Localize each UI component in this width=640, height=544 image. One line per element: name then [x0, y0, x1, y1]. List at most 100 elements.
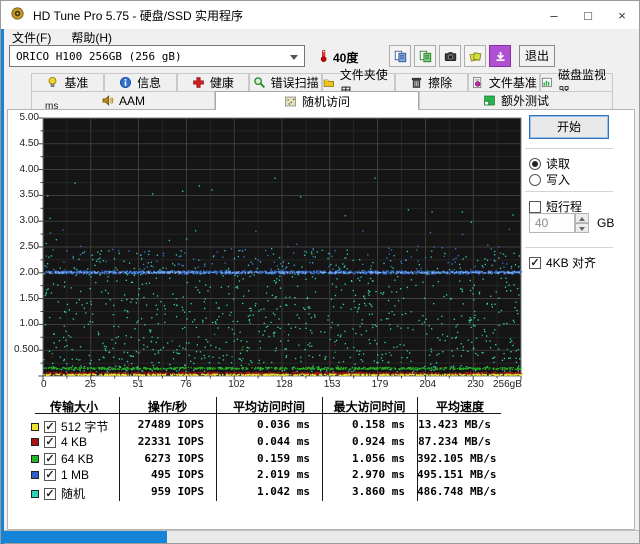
copy-green-button[interactable]	[414, 45, 436, 67]
tab-disk-monitor[interactable]: 磁盘监视器	[540, 68, 613, 99]
copy-green-icon	[419, 50, 431, 62]
progress-fill	[1, 531, 167, 543]
series-checkbox[interactable]: ✓	[44, 469, 56, 482]
tab-aam[interactable]: AAM	[31, 91, 215, 109]
checkbox-checked-icon: ✓	[529, 256, 541, 269]
menu-item-file[interactable]: 文件(F)	[9, 29, 54, 45]
table-row-legend[interactable]: ✓ 随机	[31, 485, 85, 502]
tab-random-access[interactable]: 随机访问	[215, 91, 419, 110]
minimize-button[interactable]: –	[537, 1, 571, 29]
series-color-swatch	[31, 422, 39, 431]
series-label: 512 字节	[61, 420, 109, 434]
series-checkbox[interactable]: ✓	[44, 435, 56, 448]
app-icon	[11, 7, 27, 23]
download-button[interactable]	[489, 45, 511, 67]
write-radio[interactable]: 写入	[529, 171, 570, 188]
tab-health[interactable]: 健康	[176, 73, 250, 91]
y-axis-tick-label: 5.00	[19, 112, 39, 123]
thermometer-icon	[320, 49, 327, 62]
series-checkbox[interactable]: ✓	[44, 452, 56, 465]
cell-iops: 27489 IOPS	[137, 418, 204, 431]
stepper-down-icon[interactable]	[575, 223, 589, 233]
y-axis-tick-label: 4.00	[19, 163, 39, 175]
window-accent-left	[1, 29, 4, 544]
read-radio[interactable]: 读取	[529, 155, 570, 172]
y-axis-tick-label: 2.50	[19, 241, 39, 252]
error-scan-icon	[253, 77, 265, 89]
table-row-legend[interactable]: ✓ 4 KB	[31, 435, 87, 449]
y-axis-tick-label: 2.00	[19, 266, 39, 278]
stepper-up-icon[interactable]	[575, 213, 589, 223]
cell-speed: 486.748 MB/s	[417, 485, 497, 499]
table-row-legend[interactable]: ✓ 512 字节	[31, 418, 108, 435]
exit-button[interactable]: 退出	[519, 45, 555, 67]
cell-iops: 6273 IOPS	[144, 451, 204, 465]
info-icon	[120, 76, 132, 89]
title-bar: HD Tune Pro 5.75 - 硬盘/SSD 实用程序 – □ ×	[1, 1, 639, 29]
separator	[525, 191, 613, 192]
align-4kb-checkbox[interactable]: ✓ 4KB 对齐	[529, 254, 596, 271]
tab-info[interactable]: 信息	[103, 73, 177, 91]
y-axis-tick-label: 0.500	[13, 344, 39, 356]
tab-file-benchmark[interactable]: 文件基准	[467, 73, 541, 91]
cell-max: 0.158 ms	[352, 418, 405, 431]
chevron-down-icon	[290, 55, 298, 60]
write-radio-label: 写入	[546, 173, 571, 187]
tab-label: 信息	[137, 76, 162, 90]
erase-icon	[411, 77, 422, 88]
tab-label: 健康	[209, 76, 234, 90]
start-button[interactable]: 开始	[529, 115, 609, 139]
cell-iops: 495 IOPS	[151, 468, 204, 482]
camera-button[interactable]	[439, 45, 461, 67]
series-checkbox[interactable]: ✓	[44, 420, 56, 433]
series-checkbox[interactable]: ✓	[44, 487, 56, 500]
radio-unselected-icon	[529, 173, 541, 186]
checkbox-unchecked-icon	[529, 200, 541, 213]
temperature-value: 40度	[333, 50, 359, 65]
tab-folder-usage[interactable]: 文件夹使用	[322, 68, 395, 99]
cell-iops: 959 IOPS	[151, 485, 204, 499]
tab-error-scan[interactable]: 错误扫描	[249, 73, 322, 91]
tab-label: 文件基准	[488, 76, 537, 90]
table-row-legend[interactable]: ✓ 1 MB	[31, 468, 89, 482]
camera-icon	[444, 51, 456, 61]
separator	[525, 148, 613, 149]
y-axis-unit: ms	[45, 101, 59, 112]
tab-label: 基准	[64, 76, 89, 90]
cell-speed: 13.423 MB/s	[418, 418, 491, 431]
save-notes-button[interactable]	[464, 45, 486, 67]
header-underline	[35, 413, 501, 414]
series-color-swatch	[31, 437, 39, 446]
close-button[interactable]: ×	[605, 1, 639, 29]
menu-item-help[interactable]: 帮助(H)	[68, 29, 115, 45]
tab-erase[interactable]: 擦除	[394, 73, 468, 91]
tab-label: 额外测试	[500, 94, 549, 108]
capacity-stepper[interactable]	[575, 213, 589, 233]
toolbar: ORICO H100 256GB (256 gB) 40度 退出	[1, 45, 639, 71]
tab-label: 擦除	[428, 76, 453, 90]
extra-tests-icon	[484, 95, 495, 106]
separator	[525, 247, 613, 248]
save-notes-icon	[469, 51, 481, 62]
folder-icon	[323, 79, 334, 87]
cell-speed: 495.151 MB/s	[417, 468, 497, 482]
capacity-input[interactable]: 40	[529, 213, 575, 233]
series-color-swatch	[31, 454, 39, 463]
cell-speed: 87.234 MB/s	[418, 434, 491, 448]
copy-blue-button[interactable]	[389, 45, 411, 67]
tab-extra-tests[interactable]: 额外测试	[419, 91, 613, 109]
access-time-chart	[38, 117, 523, 381]
lightbulb-icon	[48, 76, 57, 87]
y-axis-tick-label: 3.50	[19, 189, 39, 201]
window-title: HD Tune Pro 5.75 - 硬盘/SSD 实用程序	[33, 8, 244, 23]
table-row-legend[interactable]: ✓ 64 KB	[31, 452, 94, 466]
maximize-button[interactable]: □	[571, 1, 605, 29]
tab-label: 错误扫描	[270, 76, 319, 90]
drive-select[interactable]: ORICO H100 256GB (256 gB)	[9, 45, 305, 67]
download-icon	[495, 51, 505, 61]
tab-benchmark[interactable]: 基准	[31, 73, 104, 91]
disk-monitor-icon	[542, 77, 553, 88]
cell-iops: 22331 IOPS	[137, 434, 204, 448]
random-access-icon	[285, 96, 296, 106]
series-color-swatch	[31, 471, 39, 480]
